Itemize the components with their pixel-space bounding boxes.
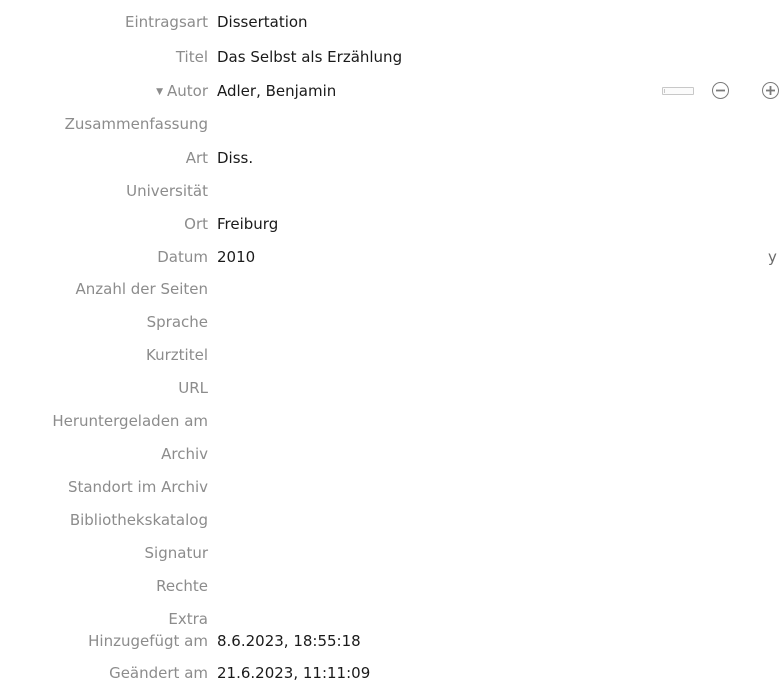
field-label-place: Ort [184,215,208,233]
url-field[interactable] [214,377,734,399]
field-row-date: Datum 2010 y [0,244,782,270]
field-label-date: Datum [157,248,208,266]
field-row-url: URL [0,375,782,401]
remove-creator-button[interactable] [712,82,729,99]
field-row-place: Ort Freiburg [0,211,782,237]
field-row-accessed: Heruntergeladen am [0,408,782,434]
minus-circle-icon [716,89,725,92]
author-name-field[interactable]: Adler, Benjamin [217,82,336,100]
field-label-date-added: Hinzugefügt am [88,632,208,650]
extra-field[interactable] [214,608,734,630]
field-row-call-number: Signatur [0,540,782,566]
date-added-value: 8.6.2023, 18:55:18 [217,632,361,650]
title-field[interactable]: Das Selbst als Erzählung [217,48,402,66]
date-parse-indicator: y [768,248,777,266]
field-label-archive: Archiv [161,445,208,463]
field-row-library-catalog: Bibliothekskatalog [0,507,782,533]
rights-field[interactable] [214,575,734,597]
call-number-field[interactable] [214,542,734,564]
field-label-abstract: Zusammenfassung [64,115,208,133]
field-row-rights: Rechte [0,573,782,599]
field-label-language: Sprache [146,313,208,331]
field-label-extra: Extra [168,610,208,628]
field-row-archive-location: Standort im Archiv [0,474,782,500]
university-field[interactable] [214,180,734,202]
switch-field-mode-icon[interactable] [662,87,694,95]
archive-field[interactable] [214,443,734,465]
creator-type-menu[interactable]: ▼ Autor [156,82,208,103]
field-row-language: Sprache [0,309,782,335]
field-row-abstract: Zusammenfassung [0,111,782,137]
num-pages-field[interactable] [214,278,734,300]
abstract-field[interactable] [214,113,734,135]
field-label-library-catalog: Bibliothekskatalog [69,511,208,529]
field-label-university: Universität [126,182,208,200]
item-type-select[interactable]: Dissertation [217,13,308,31]
field-label-accessed: Heruntergeladen am [52,412,208,430]
field-label-archive-location: Standort im Archiv [67,478,208,496]
field-row-date-added: Hinzugefügt am 8.6.2023, 18:55:18 [0,628,782,654]
plus-circle-icon [766,86,775,95]
archive-location-field[interactable] [214,476,734,498]
triangle-down-icon: ▼ [156,87,163,97]
field-row-university: Universität [0,178,782,204]
field-label-num-pages: Anzahl der Seiten [75,280,209,298]
field-label-call-number: Signatur [144,544,208,562]
field-row-short-title: Kurztitel [0,342,782,368]
accessed-field[interactable] [214,410,734,432]
library-catalog-field[interactable] [214,509,734,531]
field-row-author: ▼ Autor Adler, Benjamin [0,78,782,104]
field-row-archive: Archiv [0,441,782,467]
field-row-num-pages: Anzahl der Seiten [0,276,782,302]
type-field[interactable]: Diss. [217,149,253,167]
place-field[interactable]: Freiburg [217,215,278,233]
date-field[interactable]: 2010 [217,248,255,266]
language-field[interactable] [214,311,734,333]
field-label-rights: Rechte [156,577,208,595]
field-row-item-type: Eintragsart Dissertation [0,9,782,35]
field-row-date-modified: Geändert am 21.6.2023, 11:11:09 [0,660,782,684]
field-label-item-type: Eintragsart [125,13,208,31]
date-modified-value: 21.6.2023, 11:11:09 [217,664,371,682]
field-label-date-modified: Geändert am [109,664,208,682]
short-title-field[interactable] [214,344,734,366]
field-label-url: URL [178,379,208,397]
field-row-title: Titel Das Selbst als Erzählung [0,44,782,70]
field-label-title: Titel [175,48,208,66]
field-label-author: Autor [167,82,208,100]
field-row-type: Art Diss. [0,145,782,171]
field-label-short-title: Kurztitel [146,346,208,364]
field-label-type: Art [185,149,208,167]
add-creator-button[interactable] [762,82,779,99]
